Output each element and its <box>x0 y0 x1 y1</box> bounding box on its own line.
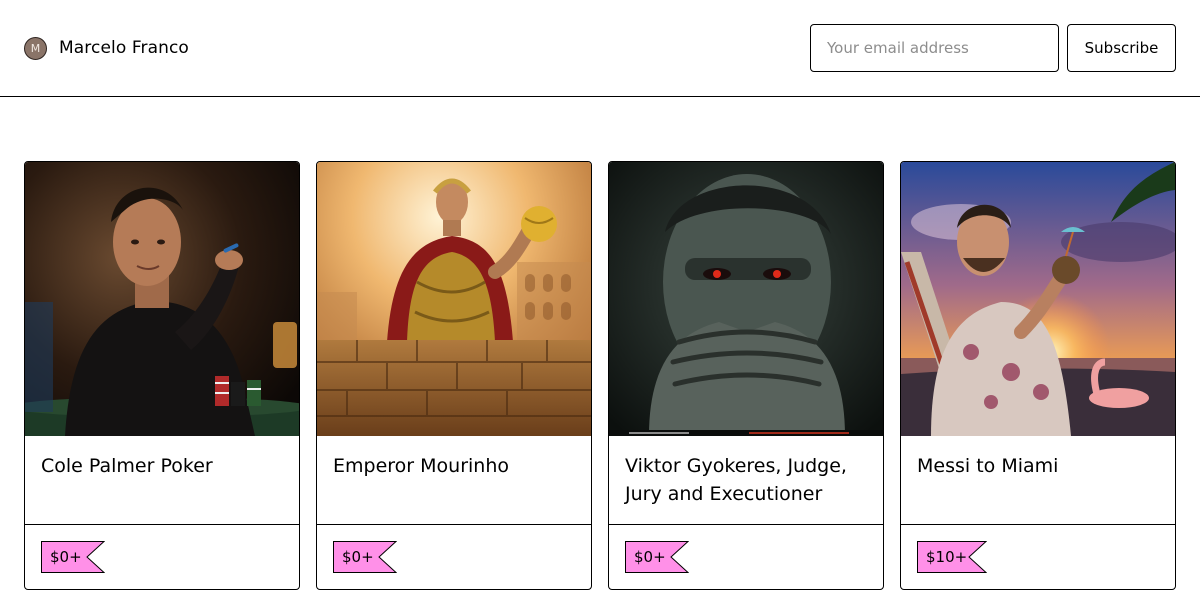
card-divider <box>317 524 591 525</box>
beach-sunset-image <box>901 162 1175 436</box>
product-card[interactable]: Cole Palmer Poker $0+ <box>24 161 300 590</box>
price-label: $0+ <box>50 548 82 566</box>
product-card[interactable]: Messi to Miami $10+ <box>900 161 1176 590</box>
product-title[interactable]: Viktor Gyokeres, Judge, Jury and Executi… <box>625 452 869 508</box>
avatar: M <box>24 36 47 60</box>
card-divider <box>609 524 883 525</box>
card-divider <box>25 524 299 525</box>
subscribe-button[interactable]: Subscribe <box>1067 24 1176 72</box>
creator-name: Marcelo Franco <box>59 38 189 58</box>
product-card[interactable]: Emperor Mourinho $0+ <box>316 161 592 590</box>
product-title[interactable]: Cole Palmer Poker <box>41 452 285 480</box>
card-divider <box>901 524 1175 525</box>
masked-face-image <box>609 162 883 436</box>
roman-emperor-image <box>317 162 591 436</box>
product-title[interactable]: Messi to Miami <box>917 452 1161 480</box>
site-header: M Marcelo Franco Subscribe <box>0 0 1200 97</box>
product-card[interactable]: Viktor Gyokeres, Judge, Jury and Executi… <box>608 161 884 590</box>
poker-player-image <box>25 162 299 436</box>
price-label: $10+ <box>926 548 968 566</box>
price-label: $0+ <box>342 548 374 566</box>
price-label: $0+ <box>634 548 666 566</box>
creator-profile-link[interactable]: M Marcelo Franco <box>24 36 189 60</box>
email-input[interactable] <box>810 24 1059 72</box>
product-title[interactable]: Emperor Mourinho <box>333 452 577 480</box>
